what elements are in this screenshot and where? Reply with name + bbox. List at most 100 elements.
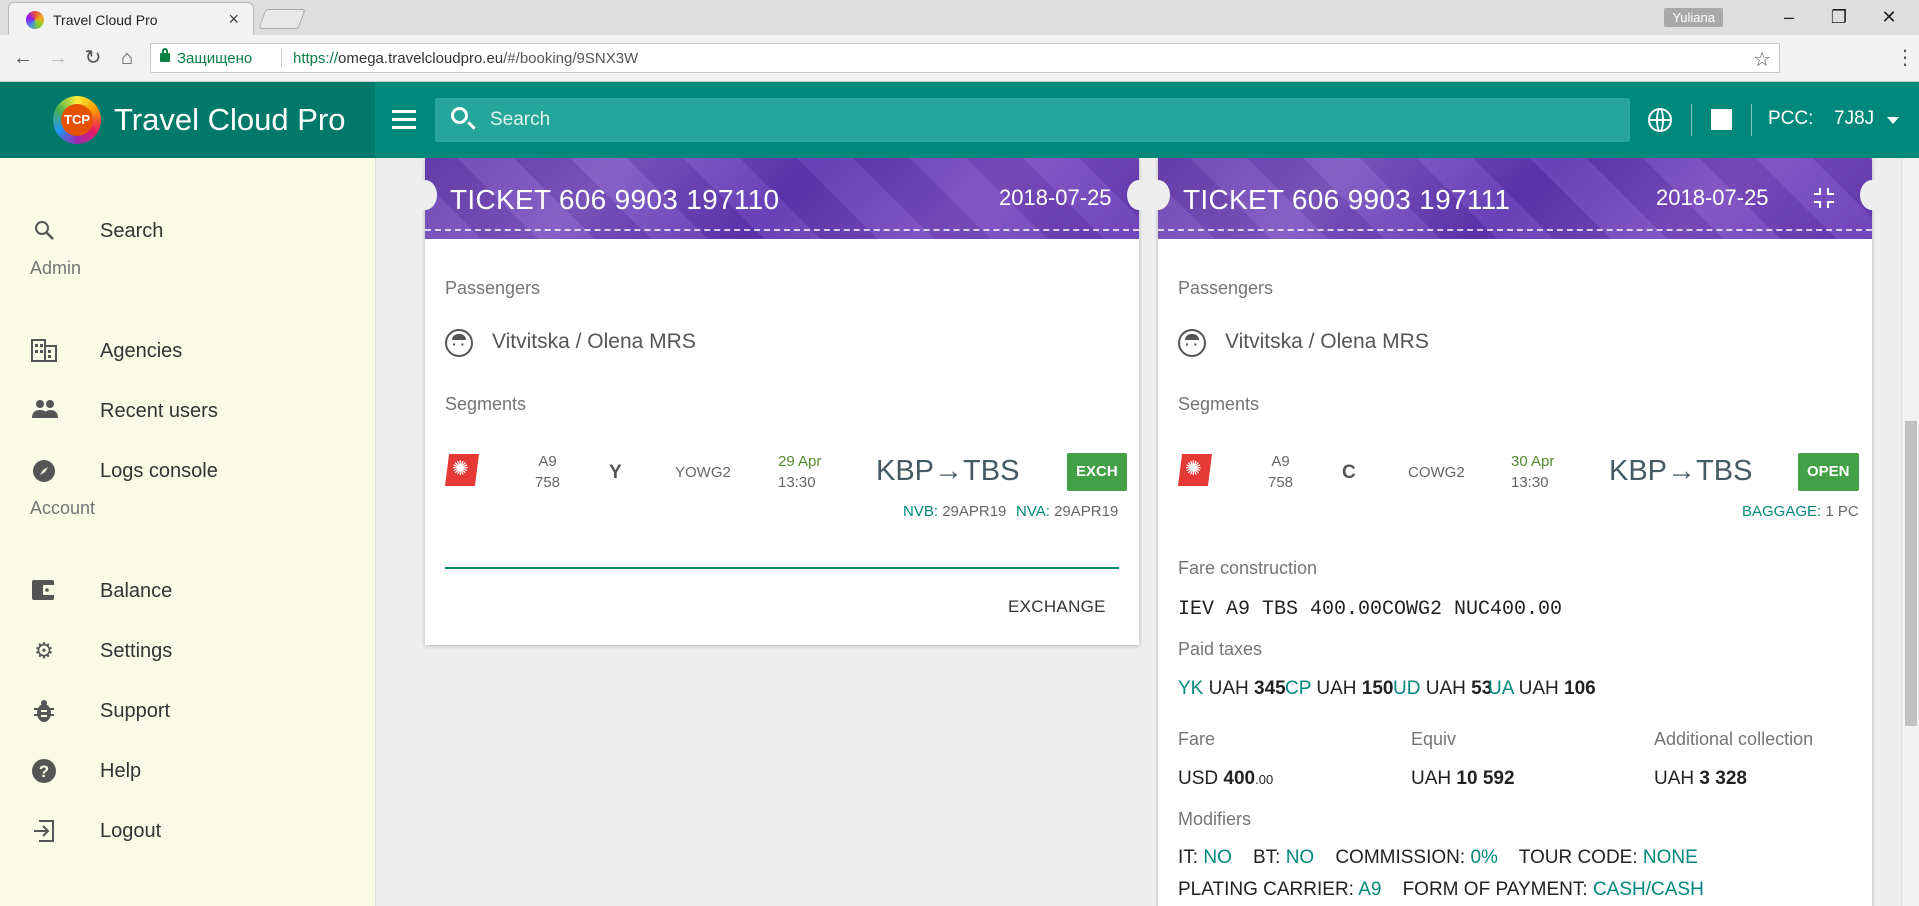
favicon-icon	[26, 11, 44, 29]
restore-icon[interactable]: ❐	[1819, 4, 1859, 30]
carrier-code: A9	[538, 453, 557, 470]
status-badge: OPEN	[1798, 453, 1859, 491]
scrollbar-thumb[interactable]	[1905, 421, 1917, 726]
segment-time: 13:30	[778, 474, 816, 491]
sidebar-item-logout[interactable]: Logout	[0, 806, 376, 856]
sidebar-item-label: Search	[100, 220, 164, 242]
sidebar-item-label: Balance	[100, 580, 173, 602]
sidebar-item-label: Recent users	[100, 400, 218, 422]
reload-icon[interactable]: ↻	[80, 45, 106, 71]
equiv-title: Equiv	[1411, 729, 1457, 749]
ticket-number: TICKET 606 9903 197111	[1183, 184, 1511, 215]
browser-tabstrip: Travel Cloud Pro × Yuliana – ❐ ✕	[0, 0, 1919, 35]
ticket-header: TICKET 606 9903 197111 2018-07-25	[1158, 158, 1872, 239]
carrier-code: A9	[1271, 453, 1290, 470]
fare-construction: IEV A9 TBS 400.00COWG2 NUC400.00	[1178, 598, 1563, 621]
search-icon	[31, 218, 57, 244]
browser-user-badge[interactable]: Yuliana	[1664, 8, 1723, 27]
compass-icon	[31, 458, 57, 484]
url-text[interactable]: https://omega.travelcloudpro.eu/#/bookin…	[293, 50, 638, 67]
sidebar-item-settings[interactable]: ⚙ Settings	[0, 626, 376, 676]
sidebar-section-account: Account	[30, 498, 96, 518]
passenger-face-icon	[445, 329, 473, 357]
modifiers-line: IT: NO BT: NO COMMISSION: 0% TOUR CODE: …	[1178, 847, 1698, 868]
bug-icon	[31, 698, 57, 724]
main-content: TICKET 606 9903 197110 2018-07-25 Passen…	[376, 158, 1901, 906]
apps-grid-icon[interactable]	[1711, 109, 1732, 130]
ticket-notch	[1860, 180, 1884, 210]
search-bar[interactable]	[435, 98, 1630, 142]
sidebar-item-search[interactable]: Search	[0, 206, 376, 256]
sidebar-item-label: Logs console	[100, 460, 218, 482]
bookmark-star-icon[interactable]: ☆	[1753, 47, 1771, 72]
ticket-date: 2018-07-25	[999, 185, 1112, 210]
fare-construction-title: Fare construction	[1178, 558, 1318, 578]
sidebar-item-label: Help	[100, 760, 142, 782]
svg-text:?: ?	[39, 762, 49, 781]
flight-number: 758	[535, 474, 561, 491]
chevron-down-icon[interactable]	[1887, 117, 1899, 124]
ticket-notch	[413, 180, 437, 210]
browser-menu-icon[interactable]: ⋮	[1895, 45, 1915, 70]
back-icon[interactable]: ←	[10, 45, 36, 71]
close-tab-icon[interactable]: ×	[228, 9, 239, 30]
users-icon	[31, 398, 58, 424]
booking-class: C	[1342, 462, 1356, 483]
close-window-icon[interactable]: ✕	[1869, 4, 1909, 30]
menu-icon[interactable]	[392, 110, 416, 130]
equiv-amount: UAH 10 592	[1411, 768, 1515, 789]
tax-item: CP UAH 150	[1285, 678, 1394, 699]
minimize-icon[interactable]: –	[1769, 4, 1809, 30]
nvb-note: NVB: 29APR19	[903, 503, 1007, 520]
ticket-header: TICKET 606 9903 197110 2018-07-25	[425, 158, 1139, 239]
passenger-name[interactable]: Vitvitska / Olena MRS	[492, 330, 696, 354]
address-bar[interactable]: Защищено https://omega.travelcloudpro.eu…	[150, 43, 1780, 73]
sidebar-item-recent-users[interactable]: Recent users	[0, 386, 376, 436]
sidebar: Search Admin Agencies Recent users Logs …	[0, 158, 376, 906]
booking-class: Y	[609, 462, 622, 483]
scrollbar[interactable]	[1901, 158, 1919, 906]
segment-date: 30 Apr	[1511, 453, 1555, 470]
sidebar-item-balance[interactable]: Balance	[0, 566, 376, 616]
baggage-note: BAGGAGE: 1 PC	[1742, 503, 1859, 520]
ticket-card: TICKET 606 9903 197110 2018-07-25 Passen…	[413, 158, 1151, 645]
fare-amount: USD 400.00	[1178, 768, 1274, 789]
tax-item: UA UAH 106	[1488, 678, 1596, 699]
lock-icon	[160, 48, 170, 62]
tax-item: UD UAH 53	[1393, 678, 1493, 699]
card-divider	[445, 567, 1119, 569]
paid-taxes-title: Paid taxes	[1178, 639, 1263, 659]
home-icon[interactable]: ⌂	[114, 45, 140, 71]
search-icon	[451, 107, 468, 124]
sidebar-item-label: Agencies	[100, 340, 183, 362]
browser-toolbar: ← → ↻ ⌂ Защищено https://omega.travelclo…	[0, 35, 1919, 82]
brand[interactable]: TCP Travel Cloud Pro	[0, 82, 375, 158]
airline-logo-icon	[1178, 454, 1212, 486]
passenger-name[interactable]: Vitvitska / Olena MRS	[1225, 330, 1429, 354]
globe-icon[interactable]	[1648, 108, 1672, 132]
search-input[interactable]	[490, 109, 1390, 131]
pcc-value[interactable]: 7J8J	[1834, 108, 1874, 130]
collapse-icon[interactable]	[1814, 188, 1836, 210]
segment-time: 13:30	[1511, 474, 1549, 491]
nva-note: NVA: 29APR19	[1016, 503, 1119, 520]
ticket-card: TICKET 606 9903 197111 2018-07-25 Passen…	[1146, 158, 1884, 906]
browser-tab[interactable]: Travel Cloud Pro ×	[8, 2, 254, 35]
fare-basis: COWG2	[1408, 464, 1465, 481]
ticket-number: TICKET 606 9903 197110	[450, 184, 780, 215]
tab-title: Travel Cloud Pro	[53, 12, 158, 28]
sidebar-item-logs-console[interactable]: Logs console	[0, 446, 376, 496]
segment-route: KBP→TBS	[1609, 455, 1753, 487]
logo-text: TCP	[61, 104, 93, 136]
sidebar-item-support[interactable]: Support	[0, 686, 376, 736]
fare-title: Fare	[1178, 729, 1216, 749]
sidebar-item-agencies[interactable]: Agencies	[0, 326, 376, 376]
logo: TCP	[53, 96, 101, 144]
sidebar-item-help[interactable]: ? Help	[0, 746, 376, 796]
forward-icon[interactable]: →	[45, 45, 71, 71]
new-tab-button[interactable]	[258, 9, 306, 29]
sidebar-section-admin: Admin	[30, 258, 82, 278]
exchange-button[interactable]: EXCHANGE	[996, 591, 1118, 623]
header-divider	[1691, 104, 1692, 136]
status-badge: EXCH	[1067, 453, 1127, 491]
